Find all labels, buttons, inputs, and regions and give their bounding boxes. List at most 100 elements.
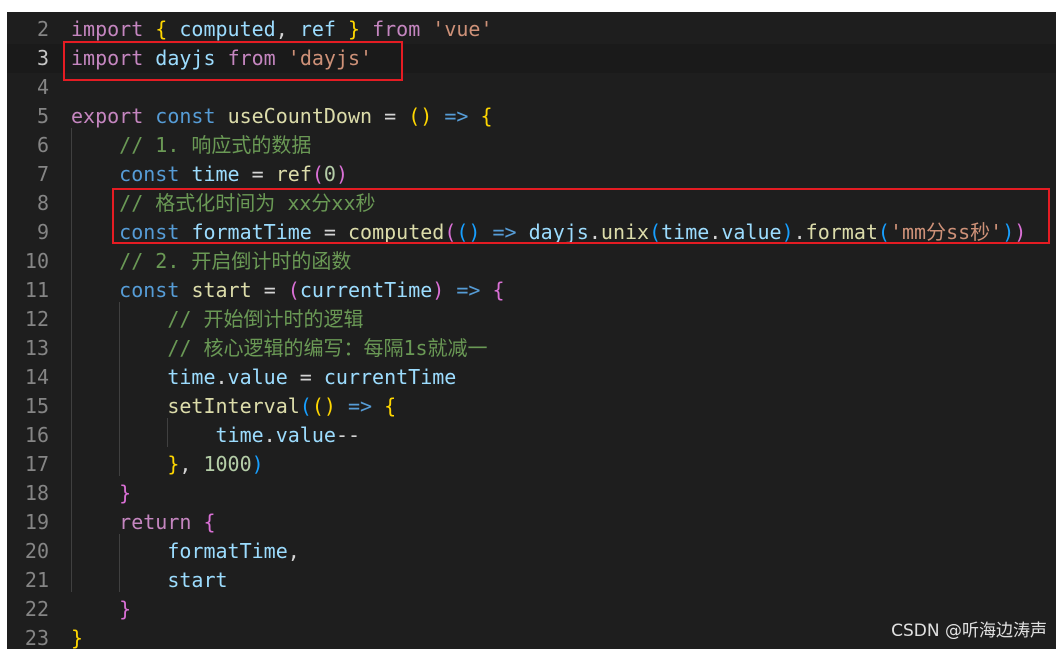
code-token: { — [492, 278, 505, 302]
code-token: ( — [299, 394, 312, 418]
code-token: 'dayjs' — [287, 46, 373, 70]
code-line[interactable]: 8 // 格式化时间为 xx分xx秒 — [7, 189, 1056, 218]
code-text: } — [71, 595, 131, 624]
code-text: // 2. 开启倒计时的函数 — [71, 247, 351, 276]
line-number: 9 — [36, 220, 49, 244]
indent-guide — [119, 302, 120, 476]
code-token: => — [456, 278, 481, 302]
code-editor[interactable]: 2 import { computed, ref } from 'vue' 3 imp… — [7, 12, 1056, 649]
code-text: time.value-- — [71, 421, 361, 450]
code-token: unix — [600, 220, 650, 244]
line-number: 8 — [36, 191, 49, 215]
code-token: import — [71, 46, 144, 70]
code-text: } — [71, 479, 131, 508]
code-token: ref — [275, 162, 312, 186]
code-text: // 1. 响应式的数据 — [71, 131, 311, 160]
line-number: 5 — [36, 104, 49, 128]
code-line[interactable]: 13 // 核心逻辑的编写：每隔1s就减一 — [7, 334, 1056, 363]
code-line[interactable]: 9 const formatTime = computed(() => dayj… — [7, 218, 1056, 247]
code-line[interactable]: 12 // 开始倒计时的逻辑 — [7, 305, 1056, 334]
code-token: , — [287, 539, 300, 563]
code-token: => — [492, 220, 517, 244]
code-token: formatTime — [191, 220, 312, 244]
code-text: // 核心逻辑的编写：每隔1s就减一 — [71, 334, 487, 363]
code-text: // 格式化时间为 xx分xx秒 — [71, 189, 375, 218]
code-line[interactable]: 15 setInterval(() => { — [7, 392, 1056, 421]
code-token: ) — [432, 278, 445, 302]
line-number: 17 — [24, 452, 49, 476]
code-line[interactable]: 5 export const useCountDown = () => { — [7, 102, 1056, 131]
code-line[interactable]: 19 return { — [7, 508, 1056, 537]
code-token: ( — [287, 278, 300, 302]
code-token: // 2. 开启倒计时的函数 — [119, 249, 352, 273]
code-token: } — [119, 597, 132, 621]
code-text: } — [71, 624, 83, 649]
code-token: => — [347, 394, 373, 418]
code-token: . — [263, 423, 276, 447]
code-token: start — [191, 278, 252, 302]
line-number: 19 — [24, 510, 49, 534]
code-token: } — [167, 452, 180, 476]
line-number: 10 — [24, 249, 49, 273]
code-line[interactable]: 18 } — [7, 479, 1056, 508]
code-token: const — [119, 278, 180, 302]
line-number: 23 — [24, 626, 49, 649]
code-text: const start = (currentTime) => { — [71, 276, 505, 305]
code-line[interactable]: 16 time.value-- — [7, 421, 1056, 450]
code-token: value — [227, 365, 288, 389]
code-token: value — [721, 220, 782, 244]
code-line[interactable]: 11 const start = (currentTime) => { — [7, 276, 1056, 305]
line-number: 16 — [24, 423, 49, 447]
code-token: format — [805, 220, 878, 244]
code-line[interactable]: 4 — [7, 73, 1056, 102]
code-token: computed — [179, 17, 276, 41]
code-line[interactable]: 7 const time = ref(0) — [7, 160, 1056, 189]
code-line[interactable]: 10 // 2. 开启倒计时的函数 — [7, 247, 1056, 276]
line-number: 7 — [36, 162, 49, 186]
code-text: const formatTime = computed(() => dayjs.… — [71, 218, 1026, 247]
code-line[interactable]: 3 import dayjs from 'dayjs' — [7, 44, 1056, 73]
code-token: from — [372, 17, 421, 41]
code-token: time — [661, 220, 710, 244]
code-line[interactable]: 6 // 1. 响应式的数据 — [7, 131, 1056, 160]
code-token: computed — [347, 220, 445, 244]
code-token: . — [793, 220, 806, 244]
line-number: 20 — [24, 539, 49, 563]
code-line[interactable]: 14 time.value = currentTime — [7, 363, 1056, 392]
line-number: 15 — [24, 394, 49, 418]
code-line[interactable]: 20 formatTime, — [7, 537, 1056, 566]
code-token: currentTime — [323, 365, 457, 389]
line-number: 3 — [36, 46, 49, 70]
code-token: . — [215, 365, 228, 389]
code-token: setInterval — [167, 394, 300, 418]
code-line[interactable]: 2 import { computed, ref } from 'vue' — [7, 15, 1056, 44]
indent-guide — [167, 418, 168, 447]
code-line[interactable]: 17 }, 1000) — [7, 450, 1056, 479]
code-token: () — [408, 104, 433, 128]
code-token: ( — [649, 220, 662, 244]
line-number: 21 — [24, 568, 49, 592]
code-token: } — [119, 481, 132, 505]
code-token: } — [347, 17, 361, 41]
code-line[interactable]: 21 start — [7, 566, 1056, 595]
code-token: value — [275, 423, 336, 447]
code-token: => — [444, 104, 469, 128]
code-token: () — [311, 394, 336, 418]
